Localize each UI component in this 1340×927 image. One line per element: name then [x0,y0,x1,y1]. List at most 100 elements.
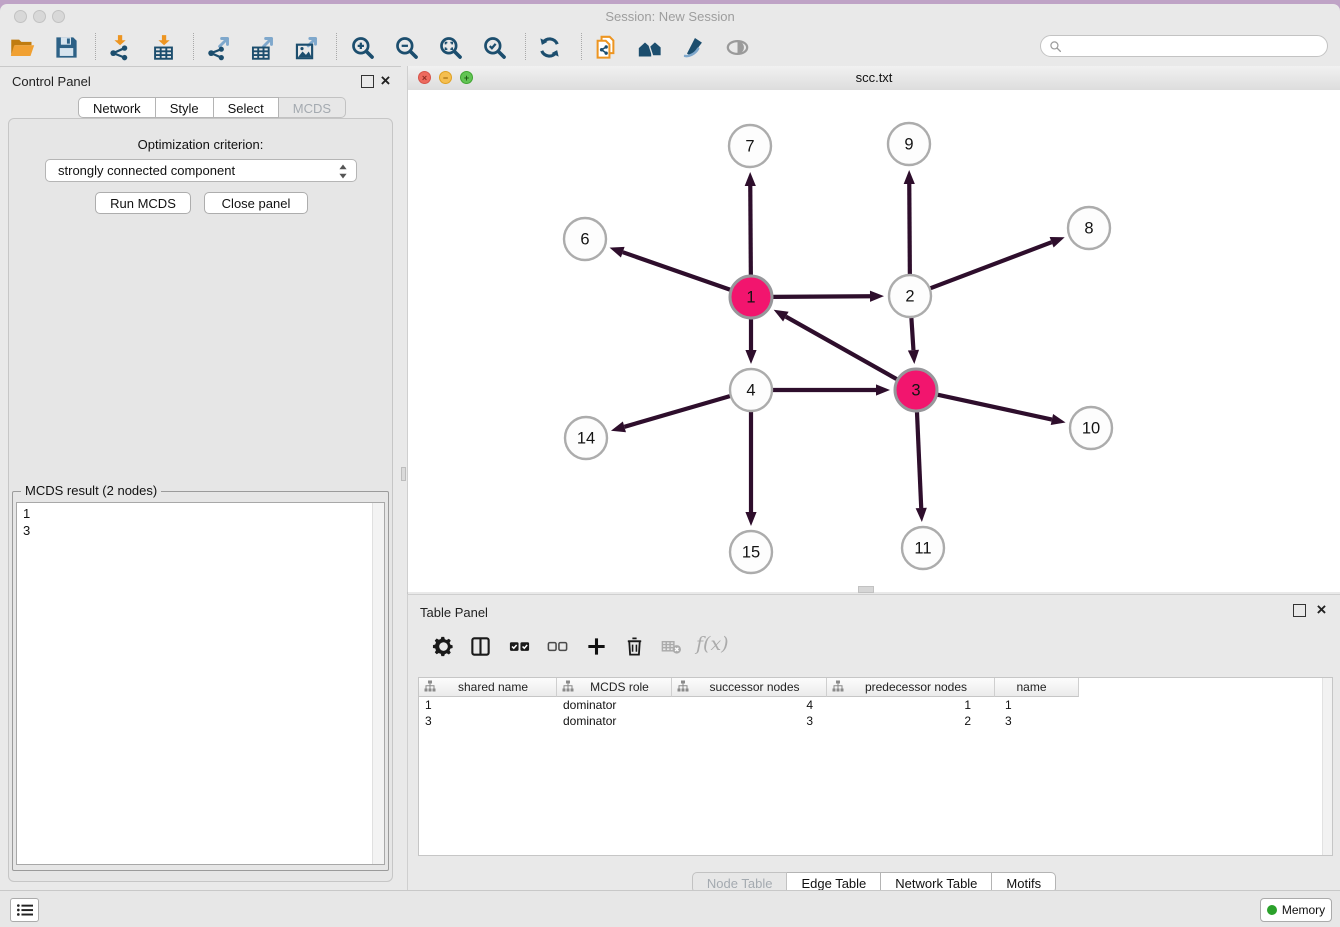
table-settings-button[interactable] [428,631,458,661]
save-floppy-icon [53,34,80,61]
tab-style[interactable]: Style [156,97,214,118]
run-mcds-button[interactable]: Run MCDS [95,192,191,214]
delete-column-button[interactable] [619,631,649,661]
hide-graphics-button[interactable] [721,32,753,62]
select-all-rows-button[interactable] [504,631,534,661]
tab-mcds[interactable]: MCDS [279,97,346,118]
graph-edge [624,396,729,427]
app-root: Session: New Session Control Panel × [0,0,1340,926]
clone-network-button[interactable] [589,32,621,62]
column-header-predecessor-nodes[interactable]: predecessor nodes [827,678,995,697]
hierarchy-icon [424,680,436,695]
zoom-fit-button[interactable] [434,32,466,62]
table-scrollbar[interactable] [1322,678,1332,855]
close-panel-button[interactable]: Close panel [204,192,308,214]
graph-edge-arrowhead [774,310,789,322]
search-input[interactable] [1067,38,1327,54]
import-table-button[interactable] [147,32,179,62]
main-toolbar [0,28,1340,67]
graph-node-11[interactable]: 11 [902,527,944,569]
optimization-criterion-label: Optimization criterion: [9,137,392,152]
graph-node-label: 8 [1084,220,1093,238]
open-session-button[interactable] [6,32,38,62]
search-box [1040,35,1328,57]
graph-node-4[interactable]: 4 [730,369,772,411]
table-row[interactable]: 1dominator411 [419,697,1332,713]
network-window-titlebar[interactable]: × − + scc.txt [408,66,1340,91]
zoom-out-button[interactable] [390,32,422,62]
table-cell: 3 [672,713,827,729]
table-row[interactable]: 3dominator323 [419,713,1332,729]
table-cell: 1 [419,697,557,713]
style-brush-button[interactable] [677,32,709,62]
tab-select[interactable]: Select [214,97,279,118]
graph-node-3[interactable]: 3 [895,369,937,411]
graph-node-6[interactable]: 6 [564,218,606,260]
export-network-button[interactable] [202,32,234,62]
graph-edge-arrowhead [908,350,919,364]
graph-node-8[interactable]: 8 [1068,207,1110,249]
export-image-button[interactable] [290,32,322,62]
columns-icon [469,635,492,658]
column-header-mcds-role[interactable]: MCDS role [557,678,672,697]
graph-edge [623,252,730,290]
memory-button[interactable]: Memory [1260,898,1332,922]
network-window-grip[interactable] [858,586,874,593]
mcds-result-scrollbar[interactable] [372,503,384,864]
column-header-successor-nodes[interactable]: successor nodes [672,678,827,697]
graph-node-label: 14 [577,430,595,448]
table-cell: 4 [672,697,827,713]
zoom-selected-button[interactable] [478,32,510,62]
graph-node-14[interactable]: 14 [565,417,607,459]
graph-edge [773,296,870,297]
toggle-columns-button[interactable] [465,631,495,661]
graph-edge-arrowhead [870,291,884,302]
close-panel-icon[interactable]: × [379,75,392,88]
zoom-in-button[interactable] [346,32,378,62]
node-table: shared name MCDS role successor nodes pr… [418,677,1333,856]
trash-icon [623,635,646,658]
zoom-in-icon [349,34,376,61]
graph-node-15[interactable]: 15 [730,531,772,573]
close-table-panel-icon[interactable]: × [1315,604,1328,617]
splitter-grip-icon[interactable] [401,467,406,481]
control-panel-tabs: Network Style Select MCDS [78,97,346,118]
save-session-button[interactable] [50,32,82,62]
column-header-shared-name[interactable]: shared name [419,678,557,697]
graph-edge-arrowhead [611,421,626,432]
criterion-dropdown[interactable]: strongly connected component [45,159,357,182]
delete-table-button[interactable] [656,631,686,661]
graph-node-2[interactable]: 2 [889,275,931,317]
float-panel-icon[interactable] [361,75,374,88]
network-overview-button[interactable] [633,32,665,62]
toolbar-separator [95,33,96,60]
graph-node-10[interactable]: 10 [1070,407,1112,449]
hierarchy-icon [562,680,574,695]
mcds-result-text[interactable]: 1 3 [16,502,385,865]
refresh-icon [536,34,563,61]
toolbar-separator [581,33,582,60]
import-network-button[interactable] [103,32,135,62]
deselect-all-rows-button[interactable] [542,631,572,661]
graph-edge-arrowhead [1050,237,1065,247]
status-bar: Memory [0,890,1340,927]
graph-node-1[interactable]: 1 [730,276,772,318]
function-builder-button[interactable]: f(x) [696,633,729,655]
float-table-panel-icon[interactable] [1293,604,1306,617]
network-canvas[interactable]: 1 2 3 4 6 7 8 9 10 11 14 15 [408,90,1340,592]
graph-edge [911,318,913,350]
chevron-updown-icon [338,163,348,183]
export-table-button[interactable] [246,32,278,62]
create-column-button[interactable] [581,631,611,661]
column-header-name[interactable]: name [995,678,1079,697]
apply-layout-button[interactable] [533,32,565,62]
graph-node-7[interactable]: 7 [729,125,771,167]
toolbar-separator [525,33,526,60]
graph-node-9[interactable]: 9 [888,123,930,165]
tab-network[interactable]: Network [78,97,156,118]
checked-boxes-icon [508,635,531,658]
paintbrush-icon [680,34,707,61]
task-history-button[interactable] [10,898,39,922]
graph-edge-arrowhead [745,172,756,186]
gear-icon [432,635,455,658]
